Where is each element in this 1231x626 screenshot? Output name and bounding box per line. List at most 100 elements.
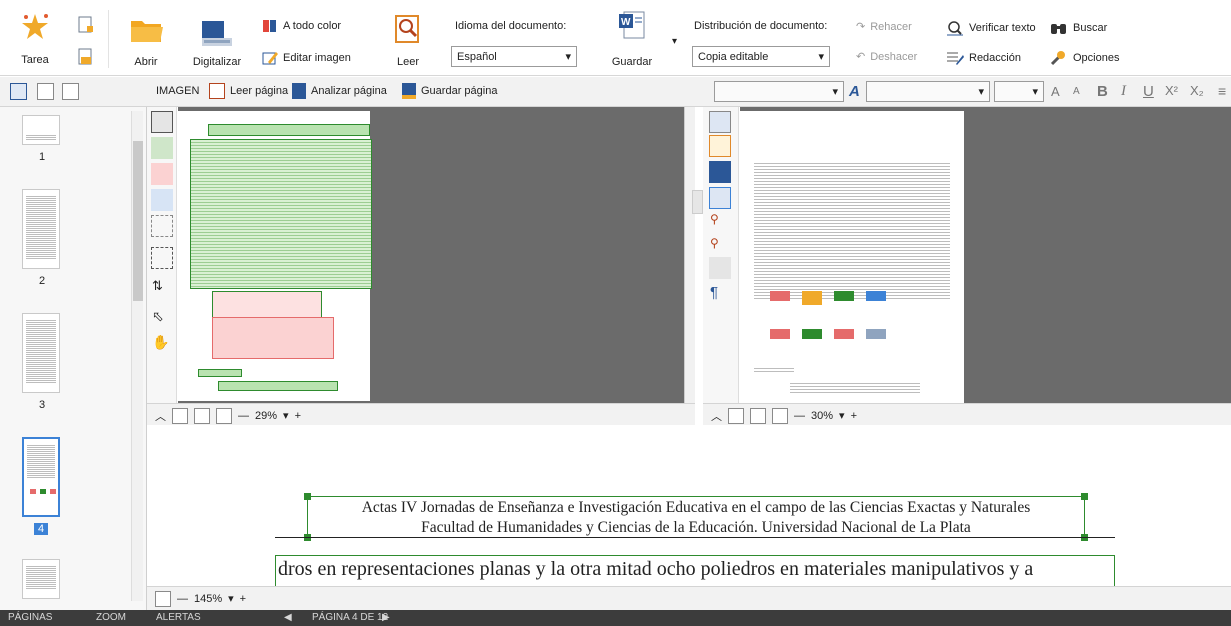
- hand-icon[interactable]: ✋: [151, 333, 173, 355]
- subscript-button[interactable]: X₂: [1190, 83, 1204, 98]
- list-view-icon[interactable]: [37, 83, 54, 100]
- word-document-icon: W: [619, 11, 645, 39]
- text-area-icon[interactable]: [151, 137, 173, 159]
- opciones-button[interactable]: Opciones: [1050, 50, 1119, 66]
- picture-block-row2[interactable]: [212, 317, 334, 359]
- guardar-dropdown-icon[interactable]: ▾: [672, 36, 677, 47]
- redaccion-label: Redacción: [969, 52, 1021, 64]
- page-view-icon[interactable]: [155, 590, 171, 607]
- text-zoom-value[interactable]: 30%: [811, 410, 833, 422]
- fit-width-icon[interactable]: [750, 407, 766, 424]
- table-area-icon[interactable]: [151, 189, 173, 211]
- order-areas-icon[interactable]: ⇅: [151, 277, 173, 299]
- zoom-in-button[interactable]: +: [851, 410, 857, 422]
- paragraph-icon[interactable]: ¶: [709, 283, 731, 305]
- text-block-body[interactable]: [190, 139, 372, 289]
- style-dropdown[interactable]: ▾: [714, 81, 844, 102]
- leer-pagina-button[interactable]: Leer página: [209, 83, 288, 99]
- image-scrollbar[interactable]: [684, 107, 695, 403]
- thumbnails-view-icon[interactable]: [10, 83, 27, 100]
- bold-button[interactable]: B: [1097, 83, 1108, 100]
- fit-width-icon[interactable]: [194, 407, 210, 424]
- underline-button[interactable]: U: [1143, 83, 1154, 100]
- zoom-tab[interactable]: ZOOM: [96, 612, 126, 623]
- document-view-icon[interactable]: [709, 111, 731, 133]
- fit-height-icon[interactable]: [216, 407, 232, 424]
- buscar-button[interactable]: Buscar: [1050, 20, 1107, 36]
- insert-image-icon[interactable]: [709, 161, 731, 183]
- text-block-header[interactable]: [208, 124, 370, 136]
- zoom-out-button[interactable]: —: [177, 593, 188, 605]
- find-icon[interactable]: ⚲: [709, 211, 731, 233]
- header-text-block[interactable]: Actas IV Jornadas de Enseñanza e Investi…: [304, 493, 1088, 541]
- size-dropdown[interactable]: ▾: [994, 81, 1044, 102]
- page-thumbnail-4[interactable]: [22, 437, 60, 517]
- editar-imagen-button[interactable]: Editar imagen: [262, 50, 351, 66]
- idioma-dropdown[interactable]: Español ▾: [451, 46, 577, 67]
- save-page-icon: [402, 83, 416, 99]
- digitalizar-button[interactable]: Digitalizar: [186, 4, 248, 72]
- align-icon[interactable]: ≡: [1218, 83, 1226, 99]
- image-zoom-value[interactable]: 29%: [255, 410, 277, 422]
- italic-button[interactable]: I: [1121, 83, 1126, 100]
- guardar-button[interactable]: W Guardar: [604, 4, 660, 72]
- thumbnails-scrollbar[interactable]: [131, 111, 143, 601]
- analizar-pagina-button[interactable]: Analizar página: [292, 83, 387, 99]
- guardar-pagina-label: Guardar página: [421, 85, 498, 97]
- format-icon[interactable]: [709, 257, 731, 279]
- zoom-out-button[interactable]: —: [794, 410, 805, 422]
- rehacer-label: Rehacer: [870, 20, 912, 33]
- page-properties-icon[interactable]: [62, 83, 79, 100]
- verify-icon[interactable]: ⚲: [709, 235, 731, 257]
- page-thumbnail-1[interactable]: [22, 115, 60, 145]
- verificar-texto-button[interactable]: Verificar texto: [946, 20, 1036, 36]
- rehacer-button[interactable]: ↷ Rehacer: [856, 20, 912, 34]
- collapse-icon[interactable]: ︿: [155, 408, 166, 424]
- superscript-button[interactable]: X²: [1165, 83, 1178, 98]
- alertas-tab[interactable]: ALERTAS: [156, 612, 201, 623]
- page-view-icon[interactable]: [709, 135, 731, 157]
- doc-zoom-value[interactable]: 145%: [194, 593, 222, 605]
- background-area-icon[interactable]: [151, 215, 173, 237]
- previous-page-icon[interactable]: ◀: [284, 612, 292, 623]
- select-area-icon[interactable]: [151, 111, 173, 133]
- zoom-out-button[interactable]: —: [238, 410, 249, 422]
- font-dropdown[interactable]: ▾: [866, 81, 990, 102]
- zoom-in-button[interactable]: +: [295, 410, 301, 422]
- paginas-tab[interactable]: PÁGINAS: [8, 612, 52, 623]
- fit-page-icon[interactable]: [172, 407, 188, 424]
- abrir-button[interactable]: Abrir: [124, 4, 168, 72]
- chevron-down-icon[interactable]: ▾: [839, 409, 845, 422]
- pointer-icon[interactable]: ⬁: [151, 307, 173, 329]
- splitter-handle[interactable]: [692, 190, 703, 214]
- clear-format-icon[interactable]: A: [849, 83, 860, 100]
- page-thumbnail-5[interactable]: [22, 559, 60, 599]
- deshacer-button[interactable]: ↶ Deshacer: [856, 50, 917, 64]
- fit-height-icon[interactable]: [772, 407, 788, 424]
- picture-area-icon[interactable]: [151, 163, 173, 185]
- body-text-block[interactable]: dros en representaciones planas y la otr…: [275, 555, 1115, 586]
- redaccion-button[interactable]: Redacción: [946, 50, 1021, 66]
- distribucion-dropdown[interactable]: Copia editable ▾: [692, 46, 830, 67]
- chevron-down-icon[interactable]: ▾: [228, 592, 234, 605]
- leer-button[interactable]: Leer: [386, 4, 430, 72]
- shrink-font-button[interactable]: A: [1073, 86, 1080, 97]
- crop-icon[interactable]: [151, 247, 173, 269]
- chevron-down-icon[interactable]: ▾: [283, 409, 289, 422]
- show-text-icon[interactable]: [709, 187, 731, 209]
- leer-label: Leer: [396, 56, 420, 68]
- collapse-icon[interactable]: ︿: [711, 408, 722, 424]
- grow-font-button[interactable]: A: [1051, 84, 1060, 99]
- text-block-footer[interactable]: [218, 381, 338, 391]
- guardar-pagina-button[interactable]: Guardar página: [402, 83, 497, 99]
- zoom-in-button[interactable]: +: [240, 593, 246, 605]
- a-todo-color-button[interactable]: A todo color: [262, 18, 341, 34]
- new-task-icon[interactable]: [78, 16, 94, 34]
- fit-page-icon[interactable]: [728, 407, 744, 424]
- task-manager-icon[interactable]: [78, 48, 94, 66]
- page-thumbnail-2[interactable]: [22, 189, 60, 269]
- page-thumbnail-3[interactable]: [22, 313, 60, 393]
- text-block-caption[interactable]: [198, 369, 242, 377]
- next-page-icon[interactable]: ▶: [382, 612, 390, 623]
- tarea-button[interactable]: Tarea: [10, 4, 60, 72]
